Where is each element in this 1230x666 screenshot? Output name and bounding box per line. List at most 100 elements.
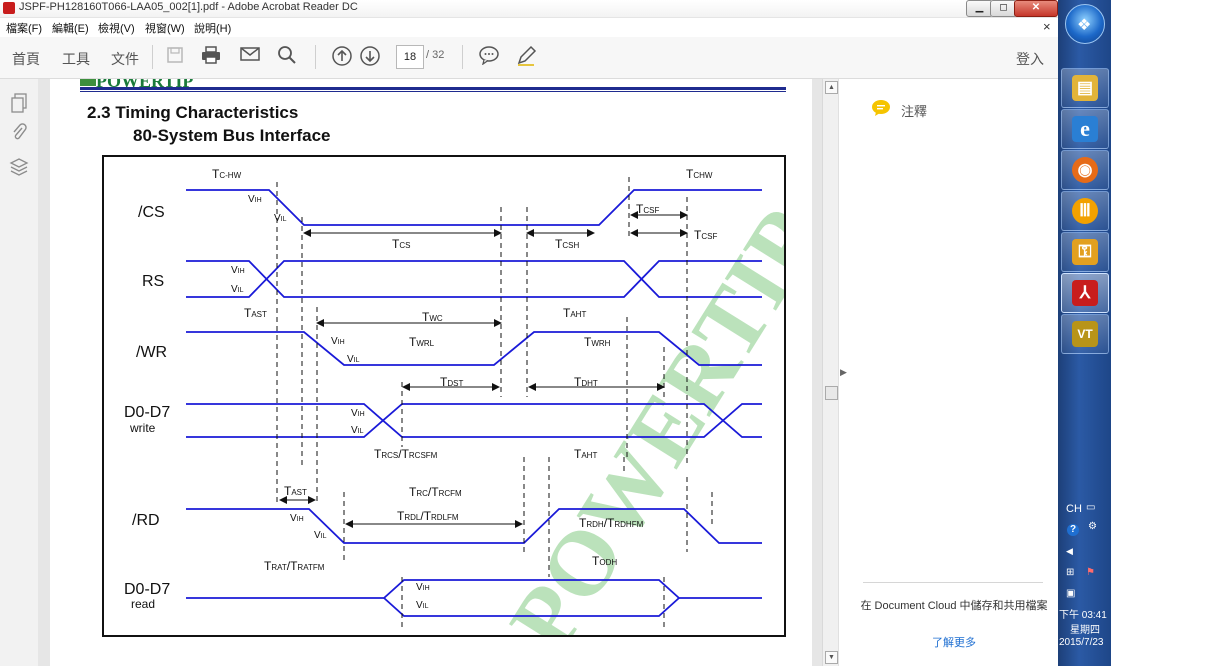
trdl-label: TRDL/TRDLFM (397, 509, 459, 523)
clock-weekday[interactable]: 星期四 (1070, 621, 1100, 636)
acrobat-app-icon (3, 2, 15, 14)
pen-icon[interactable] (514, 45, 538, 69)
menu-view[interactable]: 檢視(V) (98, 20, 135, 36)
taskbar-app-orange[interactable]: Ⅲ (1061, 191, 1109, 231)
windows-flag-tray-icon[interactable]: ⊞ (1066, 567, 1074, 578)
pages-icon[interactable] (9, 93, 29, 113)
windows-logo-icon: ❖ (1077, 17, 1092, 34)
taskbar-app-acrobat-reader[interactable]: ⅄ (1061, 273, 1109, 313)
section-heading: 2.3 Timing Characteristics (87, 103, 299, 122)
menu-file[interactable]: 檔案(F) (6, 20, 42, 36)
close-button[interactable]: ✕ (1014, 0, 1058, 17)
page-total: / 32 (426, 49, 445, 61)
show-hidden-icons[interactable]: ◀ (1066, 546, 1073, 557)
print-icon[interactable] (199, 45, 223, 69)
comment-icon[interactable] (477, 45, 501, 69)
menu-window[interactable]: 視窗(W) (145, 20, 185, 36)
attachment-icon[interactable] (9, 123, 29, 143)
comment-tool-label[interactable]: 注釋 (901, 101, 927, 120)
document-viewport[interactable]: POWERTIP 2.3 Timing Characteristics 80-S… (38, 79, 822, 666)
menu-bar: 檔案(F) 編輯(E) 檢視(V) 視窗(W) 說明(H) × (0, 18, 1058, 36)
signal-label-rd: /RD (132, 512, 160, 529)
scroll-thumb[interactable] (825, 386, 838, 400)
yellow-app-icon: ⚿ (1072, 239, 1098, 265)
vil-label: VIL (347, 354, 360, 365)
clock-time[interactable]: 下午 03:41 (1059, 606, 1107, 621)
trat-label: TRAT/TRATFM (264, 559, 325, 573)
close-document-icon[interactable]: × (1043, 19, 1051, 34)
clock-date[interactable]: 2015/7/23 (1059, 637, 1104, 648)
signal-label-wr: /WR (136, 344, 168, 361)
taskbar-app-file-explorer[interactable]: ▤ (1061, 68, 1109, 108)
section-subheading: 80-System Bus Interface (133, 126, 331, 145)
learn-more-link[interactable]: 了解更多 (859, 634, 1049, 650)
vih-label: VIH (231, 265, 245, 276)
save-icon[interactable] (163, 45, 187, 69)
taskbar-app-internet-explorer[interactable]: e (1061, 109, 1109, 149)
action-center-icon[interactable]: ⚑ (1086, 567, 1095, 578)
rs-waveform (186, 260, 762, 298)
email-icon[interactable] (238, 45, 262, 69)
toolbar-divider (462, 45, 463, 69)
arrow-down-circle-icon[interactable] (358, 45, 382, 69)
trcs-label: TRCS/TRCSFM (374, 447, 438, 461)
menu-edit[interactable]: 編輯(E) (52, 20, 89, 36)
tdht-label: TDHT (574, 375, 598, 389)
arrow-up-circle-icon[interactable] (330, 45, 354, 69)
left-nav-pane: ◀ (0, 79, 47, 666)
signal-label-rs: RS (142, 273, 165, 290)
tray-settings-icon[interactable]: ⚙ (1088, 521, 1097, 532)
twrh-label: TWRH (584, 335, 611, 349)
orange-app-icon: Ⅲ (1072, 198, 1098, 224)
pdf-page: POWERTIP 2.3 Timing Characteristics 80-S… (50, 79, 812, 666)
maximize-button[interactable]: ◻ (990, 0, 1017, 17)
sign-in-link[interactable]: 登入 (1016, 49, 1044, 69)
timing-diagram-svg: POWERTIP TC-HW TCHW TCS TCSH TCSF TCSF T… (186, 167, 784, 635)
keyboard-icon[interactable]: ▭ (1086, 502, 1095, 513)
vih-label: VIH (248, 194, 262, 205)
vih-label: VIH (416, 582, 430, 593)
layers-icon[interactable] (9, 157, 29, 177)
vil-label: VIL (351, 425, 364, 436)
pane-divider (863, 582, 1043, 583)
document-header-band: POWERTIP (80, 79, 786, 93)
file-explorer-icon: ▤ (1072, 75, 1098, 101)
home-tab[interactable]: 首頁 (12, 49, 40, 69)
document-tab[interactable]: 文件 (111, 49, 139, 69)
tcs-label: TCS (392, 237, 410, 251)
rs-waveform-b (186, 260, 762, 298)
title-bar: JSPF-PH128160T066-LAA05_002[1].pdf - Ado… (0, 0, 1058, 18)
device-tray-icon[interactable]: ▣ (1066, 588, 1075, 599)
vertical-scrollbar[interactable]: ▲ ▼ (822, 79, 839, 666)
taht-label-1: TAHT (563, 306, 586, 320)
tools-tab[interactable]: 工具 (62, 49, 90, 69)
minimize-button[interactable]: ▁ (966, 0, 993, 17)
signal-sublabel-read: read (131, 597, 156, 611)
watermark-text: POWERTIP (490, 192, 784, 635)
cs-waveform (186, 189, 762, 226)
start-button[interactable]: ❖ (1065, 4, 1105, 44)
document-cloud-promo: 在 Document Cloud 中儲存和共用檔案 (860, 600, 1048, 612)
windows-taskbar: ❖ ▤ e ◉ Ⅲ ⚿ ⅄ VT CH ▭ ? ⚙ ◀ ⊞ ⚑ ▣ 下午 03:… (1058, 0, 1111, 666)
twc-label: TWC (422, 310, 443, 324)
vt-app-icon: VT (1072, 321, 1098, 347)
vil-label: VIL (231, 284, 244, 295)
search-icon[interactable] (275, 45, 299, 69)
timing-diagram: POWERTIP TC-HW TCHW TCS TCSH TCSF TCSF T… (102, 155, 786, 637)
scroll-up-arrow[interactable]: ▲ (825, 81, 838, 94)
help-icon[interactable]: ? (1067, 524, 1079, 536)
signal-label-d0d7-write: D0-D7 (124, 404, 171, 421)
signal-label-cs: /CS (138, 204, 165, 221)
scroll-down-arrow[interactable]: ▼ (825, 651, 838, 664)
tast-label-2: TAST (284, 484, 307, 498)
expand-right-pane-icon[interactable]: ▶ (840, 367, 847, 378)
taskbar-app-vt[interactable]: VT (1061, 314, 1109, 354)
input-language[interactable]: CH (1066, 503, 1082, 515)
taskbar-app-yellow[interactable]: ⚿ (1061, 232, 1109, 272)
menu-help[interactable]: 說明(H) (194, 20, 231, 36)
header-rule-thin (80, 91, 786, 92)
taskbar-app-firefox[interactable]: ◉ (1061, 150, 1109, 190)
comment-bubble-icon[interactable] (871, 99, 891, 117)
vih-label: VIH (290, 513, 304, 524)
page-number-input[interactable]: 18 (396, 45, 424, 69)
